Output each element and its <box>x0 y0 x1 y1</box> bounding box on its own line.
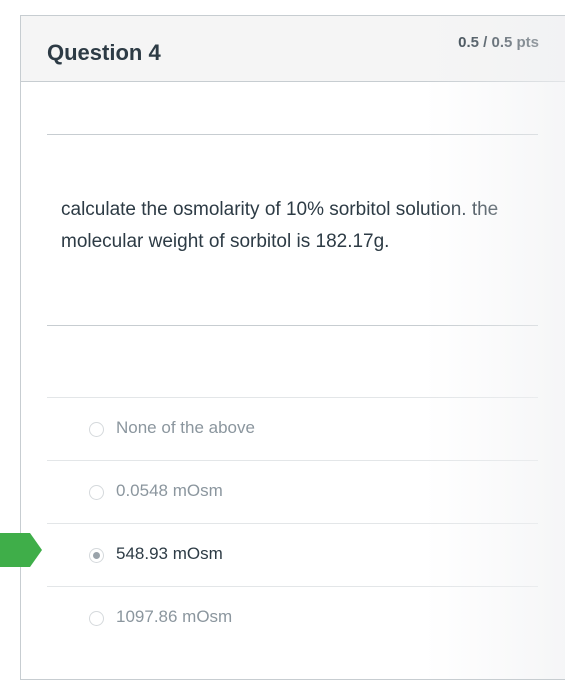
divider-top <box>47 134 538 135</box>
question-card: Question 4 0.5 / 0.5 pts calculate the o… <box>20 15 565 680</box>
radio-button[interactable] <box>89 611 104 626</box>
question-header: Question 4 0.5 / 0.5 pts <box>21 16 565 82</box>
question-text: calculate the osmolarity of 10% sorbitol… <box>61 194 551 258</box>
answer-list: None of the above 0.0548 mOsm 548.93 mOs… <box>47 397 538 649</box>
answer-label: 1097.86 mOsm <box>116 607 233 626</box>
radio-button[interactable] <box>89 485 104 500</box>
answer-option[interactable]: 0.0548 mOsm <box>47 460 538 523</box>
question-text-line-2: molecular weight of sorbitol is 182.17g. <box>61 231 390 252</box>
radio-button-checked[interactable] <box>89 548 104 563</box>
correct-answer-arrow-icon <box>0 533 42 567</box>
answer-option[interactable]: 1097.86 mOsm <box>47 586 538 649</box>
answer-label: 0.0548 mOsm <box>116 481 223 500</box>
radio-button[interactable] <box>89 422 104 437</box>
question-points: 0.5 / 0.5 pts <box>458 34 539 51</box>
answer-label: 548.93 mOsm <box>116 544 223 563</box>
answer-option[interactable]: None of the above <box>47 397 538 460</box>
answer-option-selected[interactable]: 548.93 mOsm <box>47 523 538 586</box>
answer-label: None of the above <box>116 418 255 437</box>
question-title: Question 4 <box>47 40 161 65</box>
question-text-line-1: calculate the osmolarity of 10% sorbitol… <box>61 199 499 220</box>
divider-bottom <box>47 325 538 326</box>
